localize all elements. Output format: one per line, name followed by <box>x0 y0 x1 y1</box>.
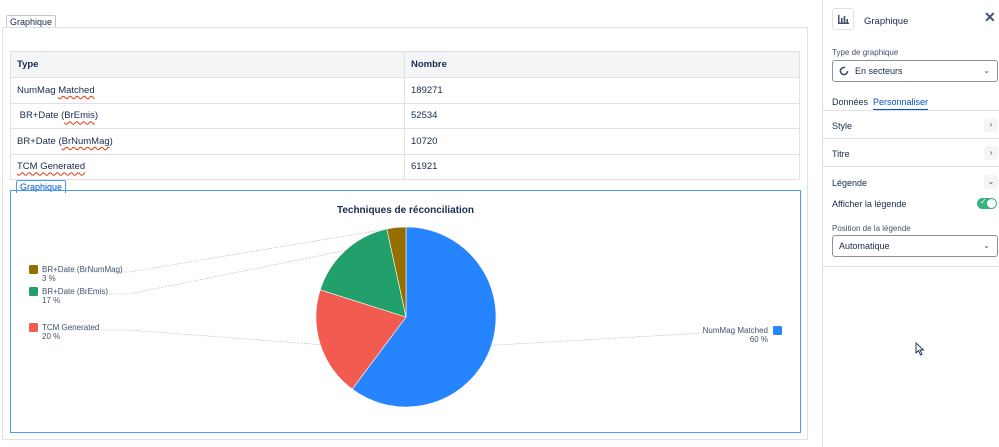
cell-value: 61921 <box>404 153 800 180</box>
table-header-row: Type Nombre <box>10 51 800 78</box>
cell-value: 189271 <box>404 77 800 104</box>
tab-donnees[interactable]: Données <box>832 97 868 109</box>
column-header-nombre: Nombre <box>404 51 800 78</box>
legend-swatch <box>29 265 38 274</box>
legend-percent: 20 % <box>42 332 60 341</box>
close-icon[interactable]: ✕ <box>984 9 996 26</box>
table-row: TCM Generated 61921 <box>10 153 800 180</box>
chart-type-label: Type de graphique <box>832 48 899 57</box>
legend-position-value: Automatique <box>839 241 890 251</box>
legend-label: NumMag Matched <box>703 326 768 335</box>
legend-leader-line <box>43 329 321 345</box>
pie-chart: NumMag Matched60 % TCM Generated20 % BR+Da… <box>29 226 782 408</box>
chart-type-select[interactable]: En secteurs ⌄ <box>832 60 998 82</box>
main-area: Graphique Type Nombre NumMag Matched 189… <box>0 0 822 447</box>
section-style[interactable]: Style › <box>832 118 998 132</box>
check-icon: ✓ <box>980 197 987 206</box>
table-row: NumMag Matched 189271 <box>10 77 800 104</box>
legend-percent: 3 % <box>42 274 56 283</box>
show-legend-label: Afficher la légende <box>832 199 907 209</box>
data-table: Type Nombre NumMag Matched 189271 BR+Dat… <box>10 51 800 180</box>
panel-title: Graphique <box>864 16 909 27</box>
show-legend-toggle[interactable]: ✓ <box>977 197 997 209</box>
bar-chart-icon <box>837 15 849 24</box>
chevron-right-icon[interactable]: › <box>984 146 998 160</box>
chart-settings-panel: Graphique ✕ Type de graphique En secteur… <box>822 0 999 447</box>
legend-swatch <box>773 326 782 335</box>
table-row: BR+Date (BrNumMag) 10720 <box>10 128 800 155</box>
legend-position-label: Position de la légende <box>832 224 911 233</box>
chevron-down-icon[interactable]: ⌄ <box>984 175 998 189</box>
section-legende[interactable]: Légende ⌄ <box>832 175 998 189</box>
legend-leader-line <box>491 332 705 346</box>
chevron-right-icon[interactable]: › <box>984 118 998 132</box>
legend-swatch <box>29 287 38 296</box>
legend-percent: 17 % <box>42 296 60 305</box>
cell-type: BR+Date (BrNumMag) <box>10 128 405 155</box>
section-style-label: Style <box>832 121 853 131</box>
chart-type-value: En secteurs <box>855 66 903 76</box>
toggle-knob <box>987 199 996 208</box>
section-titre[interactable]: Titre › <box>832 146 998 160</box>
divider <box>823 266 999 267</box>
cell-value: 10720 <box>404 128 800 155</box>
legend-percent: 60 % <box>750 335 768 344</box>
section-legende-label: Légende <box>832 178 868 188</box>
cell-type: TCM Generated <box>10 153 405 180</box>
divider <box>823 166 999 167</box>
legend-position-select[interactable]: Automatique ⌄ <box>832 235 998 257</box>
section-titre-label: Titre <box>832 149 850 159</box>
app-root: Graphique Type Nombre NumMag Matched 189… <box>0 0 999 447</box>
divider <box>823 138 999 139</box>
cell-type: BR+Date (BrEmis) <box>10 102 405 129</box>
mouse-cursor-icon <box>915 342 925 356</box>
legend-swatch <box>29 323 38 332</box>
tab-personnaliser[interactable]: Personnaliser <box>873 97 929 111</box>
donut-icon <box>839 66 849 76</box>
legend-label: TCM Generated <box>42 323 99 332</box>
cell-value: 52534 <box>404 102 800 129</box>
chart-container[interactable]: Techniques de réconciliation NumMag Matc… <box>10 190 801 433</box>
chart-type-icon-box <box>832 8 854 30</box>
chevron-down-icon: ⌄ <box>983 66 990 75</box>
chevron-down-icon: ⌄ <box>983 241 990 250</box>
legend-label: BR+Date (BrNumMag) <box>42 265 123 274</box>
table-row: BR+Date (BrEmis) 52534 <box>10 102 800 129</box>
show-legend-row: Afficher la légende <box>832 199 998 209</box>
column-header-type: Type <box>10 51 405 78</box>
legend-label: BR+Date (BrEmis) <box>42 287 108 296</box>
cell-type: NumMag Matched <box>10 77 405 104</box>
divider <box>823 110 999 111</box>
